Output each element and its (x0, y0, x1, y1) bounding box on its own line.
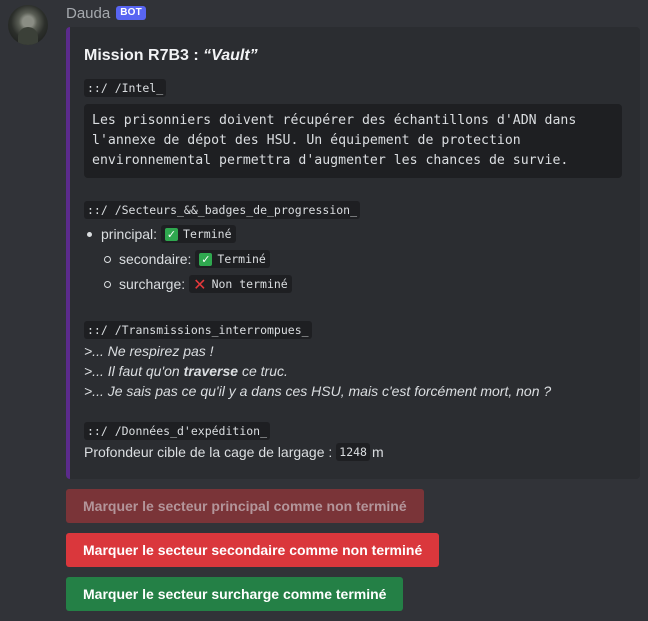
intel-label: ::/ /Intel_ (84, 79, 167, 97)
status-badge: ✓ Terminé (161, 225, 236, 243)
sector-name: principal: (101, 226, 158, 242)
bot-avatar[interactable] (8, 5, 48, 45)
intel-line: environnemental permettra d'augmenter le… (92, 153, 569, 168)
status-badge: ✓ Terminé (195, 250, 270, 268)
intel-line: l'annexe de dépot des HSU. Un équipement… (92, 133, 521, 148)
mission-embed: Mission R7B3 : “Vault” ::/ /Intel_ Les p… (66, 27, 640, 479)
mark-secondaire-incomplete-button[interactable]: Marquer le secteur secondaire comme non … (66, 533, 440, 567)
depth-row: Profondeur cible de la cage de largage :… (84, 443, 384, 461)
transmissions-label: ::/ /Transmissions_interrompues_ (84, 321, 312, 339)
transmission-line: >... Je sais pas ce qu'il y a dans ces H… (84, 383, 552, 399)
check-icon: ✓ (165, 227, 179, 241)
depth-label: Profondeur cible de la cage de largage : (84, 444, 333, 460)
sector-name: secondaire: (119, 251, 192, 267)
bullet-icon (104, 255, 111, 263)
sector-item-secondaire: secondaire: ✓ Terminé (104, 250, 270, 268)
mark-principal-incomplete-button[interactable]: Marquer le secteur principal comme non t… (66, 489, 424, 523)
message-header: Dauda BOT (66, 4, 146, 22)
depth-unit: m (371, 444, 384, 460)
bullet-icon (87, 231, 92, 237)
sectors-label: ::/ /Secteurs_&&_badges_de_progression_ (84, 201, 361, 219)
embed-title: Mission R7B3 : “Vault” (84, 47, 258, 64)
mark-surcharge-complete-button[interactable]: Marquer le secteur surcharge comme termi… (66, 577, 404, 611)
intel-code-block: Les prisonniers doivent récupérer des éc… (84, 104, 622, 178)
bot-badge: BOT (116, 6, 146, 20)
sector-item-surcharge: surcharge: ✕ Non terminé (104, 275, 292, 293)
status-badge: ✕ Non terminé (189, 275, 292, 293)
intel-line: Les prisonniers doivent récupérer des éc… (92, 113, 577, 128)
transmission-line: >... Il faut qu'on traverse ce truc. (84, 363, 288, 379)
sector-item-principal: principal: ✓ Terminé (87, 225, 236, 243)
bullet-icon (104, 280, 111, 288)
depth-value: 1248 (336, 443, 370, 461)
transmission-line: >... Ne respirez pas ! (84, 343, 214, 359)
sector-name: surcharge: (119, 276, 186, 292)
check-icon: ✓ (199, 252, 213, 266)
cross-icon: ✕ (193, 274, 207, 294)
expedition-label: ::/ /Données_d'expédition_ (84, 422, 271, 440)
username[interactable]: Dauda (66, 5, 110, 22)
